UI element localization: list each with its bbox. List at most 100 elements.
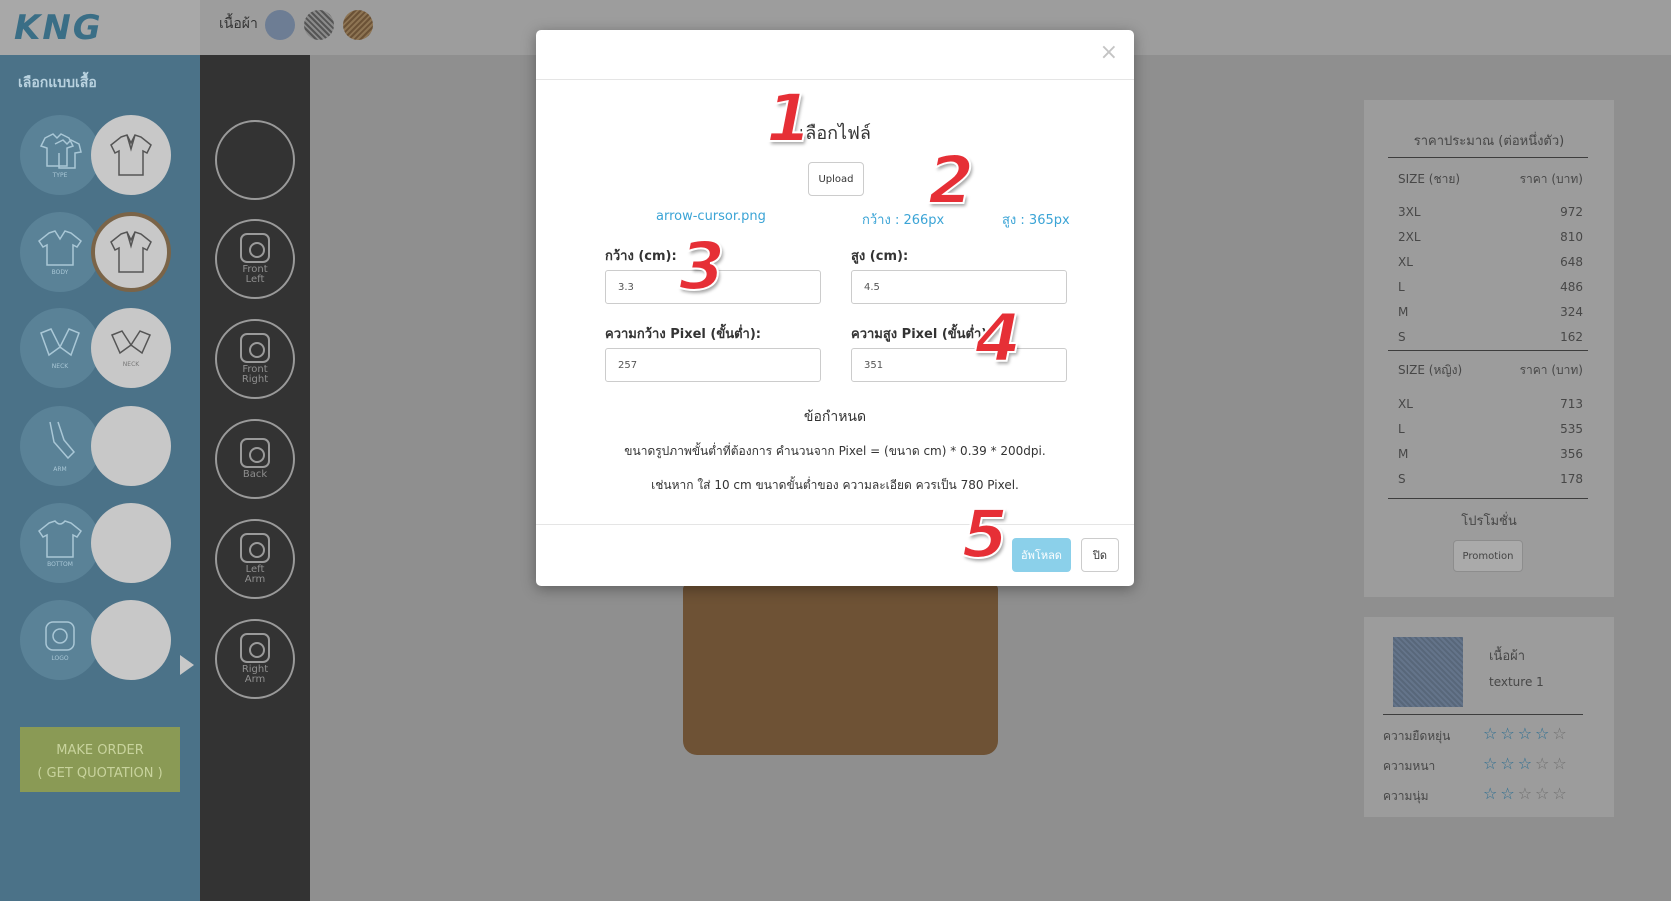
camera-icon bbox=[240, 633, 270, 663]
view-caption: Right Arm bbox=[241, 664, 269, 685]
close-icon[interactable]: × bbox=[1100, 40, 1118, 65]
camera-icon bbox=[240, 333, 270, 363]
brown-weave-swatch[interactable] bbox=[343, 10, 373, 40]
price-row: L 486 bbox=[1398, 280, 1583, 294]
view-left-arm-button[interactable]: Left Arm bbox=[215, 519, 295, 599]
type-caption: TYPE bbox=[52, 171, 68, 179]
view-caption: Back bbox=[242, 469, 268, 480]
v-neck-icon bbox=[40, 327, 80, 356]
price-row: S 162 bbox=[1398, 330, 1583, 344]
fabric-info-panel: เนื้อผ้า texture 1 ความยืดหยุ่น ☆☆☆☆☆ คว… bbox=[1364, 617, 1614, 817]
height-cm-input[interactable]: 4.5 bbox=[851, 270, 1067, 304]
logo-option[interactable]: LOGO bbox=[20, 600, 100, 680]
divider bbox=[1388, 498, 1588, 499]
rating-row: ความนุ่ม ☆☆☆☆☆ bbox=[1383, 784, 1570, 803]
logo-caption: LOGO bbox=[51, 654, 69, 662]
view-right-arm-button[interactable]: Right Arm bbox=[215, 619, 295, 699]
annotation-3: 3 bbox=[678, 227, 726, 306]
promotion-button[interactable]: Promotion bbox=[1453, 540, 1523, 572]
file-name: arrow-cursor.png bbox=[656, 209, 766, 224]
min-width-px-input[interactable]: 257 bbox=[605, 348, 821, 382]
price-title: ราคาประมาณ (ต่อหนึ่งตัว) bbox=[1413, 134, 1565, 149]
body-option[interactable]: BODY bbox=[20, 212, 100, 292]
divider bbox=[1388, 157, 1588, 158]
requirement-line-1: ขนาดรูปภาพขั้นต่ำที่ต้องการ คำนวนจาก Pix… bbox=[624, 444, 1046, 458]
width-cm-label: กว้าง (cm): bbox=[605, 249, 677, 264]
blue-denim-swatch[interactable] bbox=[265, 10, 295, 40]
price-row: 2XL 810 bbox=[1398, 230, 1583, 244]
view-selector-column: Front Left Front Right Back Left Arm Right A… bbox=[200, 55, 310, 901]
body-shirt-icon bbox=[37, 229, 83, 266]
style-selection-panel: เลือกแบบเสื้อ TYPE BODY NECK NECK ARM BO… bbox=[0, 55, 200, 901]
arm-caption: ARM bbox=[53, 465, 67, 473]
collar-neck-caption: NECK bbox=[122, 360, 140, 368]
camera-icon bbox=[240, 438, 270, 468]
view-front-left-button[interactable]: Front Left bbox=[215, 219, 295, 299]
fabric-label: เนื้อผ้า bbox=[219, 16, 258, 32]
upload-button[interactable]: Upload bbox=[808, 162, 864, 196]
bottom-option[interactable]: BOTTOM bbox=[20, 503, 100, 583]
min-width-px-label: ความกว้าง Pixel (ขั้นต่ำ): bbox=[605, 327, 761, 342]
price-row: S 178 bbox=[1398, 472, 1583, 486]
select-style-title: เลือกแบบเสื้อ bbox=[18, 75, 97, 91]
view-back-button[interactable]: Back bbox=[215, 419, 295, 499]
make-order-line2: ( GET QUOTATION ) bbox=[37, 766, 163, 781]
shirt-bottom-icon bbox=[37, 519, 83, 558]
type-option[interactable]: TYPE bbox=[20, 115, 100, 195]
logo-camera-icon bbox=[45, 620, 75, 651]
annotation-5: 5 bbox=[961, 495, 1009, 574]
choose-file-title: เลือกไฟล์ bbox=[799, 123, 871, 144]
fabric-name: เนื้อผ้า bbox=[1489, 649, 1526, 664]
t-shirt-stack-icon bbox=[39, 132, 82, 169]
requirements-title: ข้อกำหนด bbox=[803, 409, 867, 425]
view-caption: Front Left bbox=[242, 264, 268, 285]
star-rating: ☆☆☆☆☆ bbox=[1483, 724, 1570, 743]
annotation-1: 1 bbox=[765, 79, 813, 158]
price-row: L 535 bbox=[1398, 422, 1583, 436]
rating-row: ความยืดหยุ่น ☆☆☆☆☆ bbox=[1383, 724, 1570, 743]
rating-row: ความหนา ☆☆☆☆☆ bbox=[1383, 754, 1570, 773]
price-row: XL 713 bbox=[1398, 397, 1583, 411]
modal-footer-divider bbox=[536, 524, 1134, 525]
logo-container: KNG bbox=[0, 0, 200, 55]
price-row: 3XL 972 bbox=[1398, 205, 1583, 219]
sleeve-icon bbox=[49, 421, 76, 459]
view-caption: Left Arm bbox=[244, 564, 266, 585]
price-row: M 356 bbox=[1398, 447, 1583, 461]
price-row: XL 648 bbox=[1398, 255, 1583, 269]
view-front-right-button[interactable]: Front Right bbox=[215, 319, 295, 399]
price-panel: ราคาประมาณ (ต่อหนึ่งตัว) SIZE (ชาย) ราคา … bbox=[1364, 100, 1614, 597]
camera-icon bbox=[240, 233, 270, 263]
make-order-button[interactable]: MAKE ORDER ( GET QUOTATION ) bbox=[20, 727, 180, 792]
collar-neck-option[interactable]: NECK bbox=[91, 308, 171, 388]
neck-caption: NECK bbox=[51, 362, 69, 370]
polo-shirt-option[interactable] bbox=[91, 115, 171, 195]
fabric-texture-image bbox=[1393, 637, 1463, 707]
polo-body-option[interactable] bbox=[91, 212, 171, 292]
star-rating: ☆☆☆☆☆ bbox=[1483, 784, 1570, 803]
kng-logo: KNG bbox=[14, 7, 103, 48]
arm-option[interactable]: ARM bbox=[20, 406, 100, 486]
min-height-px-label: ความสูง Pixel (ขั้นต่ำ): bbox=[851, 327, 993, 342]
star-rating: ☆☆☆☆☆ bbox=[1483, 754, 1570, 773]
bottom-variant-option[interactable] bbox=[91, 503, 171, 583]
logo-variant-option[interactable] bbox=[91, 600, 171, 680]
min-height-px-input[interactable]: 351 bbox=[851, 348, 1067, 382]
view-front-button[interactable] bbox=[215, 120, 295, 200]
submit-upload-button[interactable]: อัพโหลด bbox=[1012, 538, 1071, 572]
make-order-line1: MAKE ORDER bbox=[56, 743, 144, 758]
gray-weave-swatch[interactable] bbox=[304, 10, 334, 40]
annotation-2: 2 bbox=[927, 141, 975, 220]
divider bbox=[1388, 350, 1588, 351]
collar-neck-icon bbox=[110, 329, 152, 354]
arm-variant-option[interactable] bbox=[91, 406, 171, 486]
male-header-row: SIZE (ชาย) ราคา (บาท) bbox=[1398, 172, 1583, 186]
close-modal-button[interactable]: ปิด bbox=[1081, 538, 1119, 572]
polo-shirt-icon bbox=[110, 134, 152, 176]
modal-header-divider bbox=[536, 79, 1134, 80]
upload-file-modal: × เลือกไฟล์ Upload arrow-cursor.png กว้า… bbox=[536, 30, 1134, 586]
price-row: M 324 bbox=[1398, 305, 1583, 319]
neck-option[interactable]: NECK bbox=[20, 308, 100, 388]
expand-arrow-icon[interactable] bbox=[180, 655, 194, 675]
polo-body-icon bbox=[110, 231, 152, 273]
